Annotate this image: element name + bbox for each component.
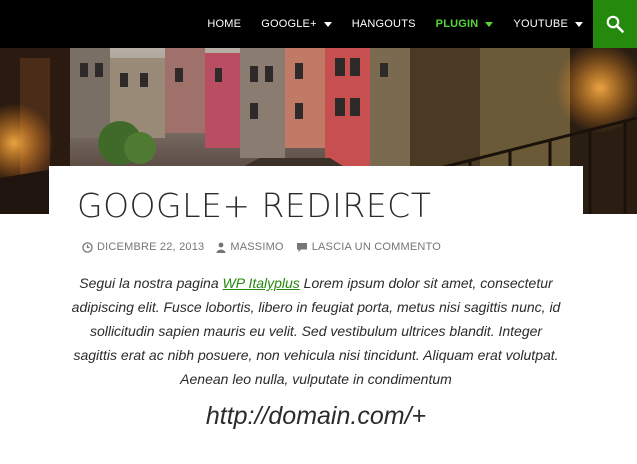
comment-icon — [296, 242, 308, 253]
search-icon — [606, 15, 624, 33]
wp-italyplus-link[interactable]: WP Italyplus — [223, 275, 300, 291]
nav-item-label: PLUGIN — [435, 18, 479, 30]
post-excerpt: Segui la nostra pagina WP Italyplus Lore… — [69, 271, 563, 391]
post-excerpt-text: Lorem ipsum dolor sit amet, consectetur … — [71, 275, 561, 387]
post-author[interactable]: MASSIMO — [216, 241, 284, 253]
post-card: GOOGLE+ REDIRECT DICEMBRE 22, 2013 MASSI… — [49, 166, 583, 464]
nav-item-label: GOOGLE+ — [261, 18, 317, 30]
clock-icon — [82, 241, 93, 253]
nav-item-plugin[interactable]: PLUGIN — [426, 0, 504, 48]
nav-item-home[interactable]: HOME — [197, 0, 251, 48]
chevron-down-icon — [485, 21, 494, 27]
post-date[interactable]: DICEMBRE 22, 2013 — [82, 241, 204, 253]
nav-item-googleplus[interactable]: GOOGLE+ — [251, 0, 342, 48]
leave-comment-link[interactable]: LASCIA UN COMMENTO — [296, 241, 441, 253]
nav-item-hangouts[interactable]: HANGOUTS — [342, 0, 426, 48]
nav-item-label: YOUTUBE — [513, 18, 568, 30]
chevron-down-icon — [323, 21, 332, 27]
example-url: http://domain.com/+ — [205, 402, 427, 430]
nav-item-label: HOME — [207, 18, 242, 30]
user-icon — [216, 242, 226, 253]
nav-item-label: HANGOUTS — [351, 18, 416, 30]
top-navigation-bar: HOME GOOGLE+ HANGOUTS PLUGIN YOUTUBE — [0, 0, 637, 48]
post-meta: DICEMBRE 22, 2013 MASSIMO LASCIA UN COMM… — [82, 241, 453, 253]
post-date-label: DICEMBRE 22, 2013 — [97, 241, 205, 253]
post-author-label: MASSIMO — [230, 241, 284, 253]
search-button[interactable] — [593, 0, 637, 48]
post-title[interactable]: GOOGLE+ REDIRECT — [77, 186, 431, 225]
chevron-down-icon — [575, 21, 583, 27]
primary-menu: HOME GOOGLE+ HANGOUTS PLUGIN YOUTUBE — [197, 0, 593, 48]
leave-comment-label: LASCIA UN COMMENTO — [311, 241, 442, 253]
post-excerpt-intro: Segui la nostra pagina — [79, 275, 223, 291]
nav-item-youtube[interactable]: YOUTUBE — [503, 0, 593, 48]
